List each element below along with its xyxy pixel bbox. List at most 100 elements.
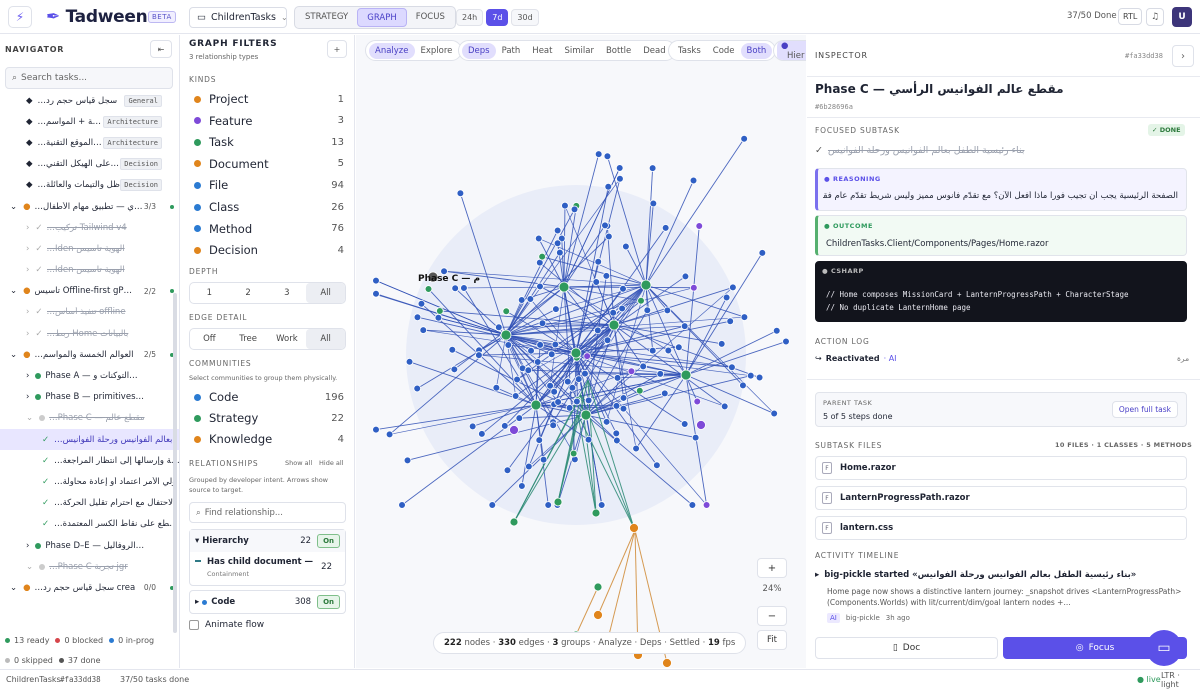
graph-node[interactable] bbox=[594, 150, 603, 158]
rtl-toggle[interactable]: RTL bbox=[1118, 8, 1143, 25]
graph-node[interactable] bbox=[573, 397, 581, 406]
graph-node[interactable] bbox=[758, 249, 767, 257]
graph-node[interactable] bbox=[419, 326, 428, 334]
graph-svg[interactable]: Phase C — م bbox=[356, 35, 806, 668]
graph-node[interactable] bbox=[554, 398, 562, 406]
project-selector[interactable]: ▭ ChildrenTasks ⌄ bbox=[189, 7, 288, 28]
graph-node[interactable] bbox=[603, 152, 612, 161]
graph-node[interactable] bbox=[746, 371, 755, 380]
graph-node[interactable] bbox=[609, 308, 617, 317]
tree-item[interactable]: ◆ …سجل قياس حجم رد General bbox=[0, 90, 179, 111]
graph-node[interactable] bbox=[601, 221, 609, 230]
graph-node[interactable] bbox=[720, 402, 729, 411]
lens-bottle[interactable]: Bottle bbox=[600, 43, 637, 59]
graph-node[interactable] bbox=[740, 313, 749, 321]
graph-node[interactable] bbox=[503, 466, 512, 475]
graph-node[interactable] bbox=[612, 429, 621, 438]
graph-node[interactable] bbox=[648, 164, 657, 172]
open-full-task-button[interactable]: Open full task bbox=[1111, 401, 1178, 418]
graph-node[interactable] bbox=[680, 369, 692, 381]
graph-node[interactable] bbox=[403, 456, 412, 465]
graph-node[interactable] bbox=[570, 347, 582, 359]
tree-item[interactable]: ⌄ …Phase C — مقطع عالم bbox=[0, 408, 179, 429]
graph-node[interactable] bbox=[478, 430, 486, 438]
graph-node[interactable] bbox=[675, 343, 683, 352]
graph-node[interactable] bbox=[583, 352, 591, 360]
graph-node[interactable] bbox=[770, 409, 778, 418]
range-7d[interactable]: 7d bbox=[486, 9, 509, 26]
mode-focus[interactable]: FOCUS bbox=[407, 8, 454, 27]
graph-node[interactable] bbox=[608, 319, 620, 331]
tree-item[interactable]: ✓ …بعالم الفوانيس ورحلة الفوانيس bbox=[0, 429, 179, 451]
graph-node[interactable] bbox=[739, 381, 747, 390]
graph-node[interactable] bbox=[448, 345, 457, 354]
chevron-right-icon[interactable]: › bbox=[1172, 45, 1194, 67]
graph-node[interactable] bbox=[593, 610, 603, 620]
graph-node[interactable] bbox=[533, 358, 542, 366]
graph-node[interactable] bbox=[755, 373, 764, 382]
tree-item[interactable]: › ✓ …Iden الهوية تأسيس bbox=[0, 238, 179, 259]
edge-off[interactable]: Off bbox=[190, 329, 229, 349]
lens-path[interactable]: Path bbox=[496, 43, 527, 59]
graph-node[interactable] bbox=[649, 199, 658, 208]
tree-item[interactable]: ⌄ ● …العوالم الخمسة والمواسم 2/5 bbox=[0, 344, 179, 365]
graph-node[interactable] bbox=[553, 239, 562, 248]
file-lantern-css[interactable]: Flantern.css bbox=[815, 516, 1187, 540]
relationship-search-input[interactable]: ⌕ Find relationship... bbox=[189, 502, 346, 523]
graph-node[interactable] bbox=[450, 365, 459, 374]
graph-node[interactable] bbox=[405, 358, 414, 366]
animate-flow-checkbox[interactable]: Animate flow bbox=[189, 620, 264, 630]
graph-node[interactable] bbox=[515, 414, 524, 422]
graph-node[interactable] bbox=[663, 306, 672, 315]
kind-document[interactable]: Document 5 bbox=[194, 157, 344, 171]
graph-node[interactable] bbox=[593, 582, 603, 592]
tree-item[interactable]: ⌄ ● تأسيس Offline-first gP… 2/2 bbox=[0, 281, 179, 302]
graph-node[interactable] bbox=[602, 272, 611, 280]
graph-node[interactable] bbox=[547, 350, 556, 359]
search-input[interactable]: ⌕ Search tasks... bbox=[5, 67, 173, 89]
graph-node[interactable] bbox=[539, 455, 548, 464]
graph-node[interactable] bbox=[680, 322, 689, 330]
graph-node[interactable] bbox=[451, 284, 459, 293]
lens-similar[interactable]: Similar bbox=[558, 43, 599, 59]
graph-node[interactable] bbox=[413, 313, 422, 322]
graph-node[interactable] bbox=[565, 404, 574, 412]
bolt-icon[interactable]: ⚡ bbox=[8, 6, 32, 28]
graph-node[interactable] bbox=[385, 430, 394, 439]
graph-node[interactable] bbox=[591, 508, 601, 518]
kind-feature[interactable]: Feature 3 bbox=[194, 114, 344, 128]
graph-node[interactable] bbox=[584, 435, 593, 444]
depth-1[interactable]: 1 bbox=[190, 283, 229, 303]
tree-item[interactable]: › Phase A — التوكنات و… bbox=[0, 365, 179, 386]
graph-node[interactable] bbox=[570, 205, 579, 214]
tree-item[interactable]: › Phase D–E — الروفاليل… bbox=[0, 535, 179, 556]
tree-item[interactable]: ◆ …ظل والتيمات والعائلة Decision bbox=[0, 175, 179, 196]
graph-node[interactable] bbox=[622, 242, 630, 251]
graph-node[interactable] bbox=[502, 307, 511, 316]
kind-class[interactable]: Class 26 bbox=[194, 200, 344, 214]
graph-node[interactable] bbox=[509, 425, 519, 435]
graph-node[interactable] bbox=[513, 375, 521, 384]
graph-node[interactable] bbox=[689, 176, 698, 185]
kind-method[interactable]: Method 76 bbox=[194, 222, 344, 236]
graph-node[interactable] bbox=[568, 384, 577, 392]
community-knowledge[interactable]: Knowledge 4 bbox=[194, 432, 344, 446]
graph-node[interactable] bbox=[518, 482, 526, 490]
graph-node[interactable] bbox=[398, 501, 406, 509]
graph-node[interactable] bbox=[538, 252, 546, 261]
graph-node[interactable] bbox=[619, 284, 627, 293]
collapse-icon[interactable]: ⇤ bbox=[150, 40, 172, 58]
graph-canvas[interactable]: Phase C — م bbox=[356, 35, 806, 668]
graph-node[interactable] bbox=[728, 363, 736, 372]
graph-node[interactable] bbox=[594, 257, 603, 266]
graph-node[interactable] bbox=[782, 337, 790, 346]
graph-node[interactable] bbox=[372, 425, 380, 434]
graph-node[interactable] bbox=[509, 517, 519, 527]
graph-node[interactable] bbox=[492, 383, 501, 392]
lens-heat[interactable]: Heat bbox=[526, 43, 558, 59]
graph-node[interactable] bbox=[680, 420, 689, 428]
graph-node[interactable] bbox=[726, 317, 735, 326]
graph-node[interactable] bbox=[552, 305, 560, 313]
graph-node[interactable] bbox=[639, 362, 647, 371]
graph-node[interactable] bbox=[500, 329, 512, 341]
